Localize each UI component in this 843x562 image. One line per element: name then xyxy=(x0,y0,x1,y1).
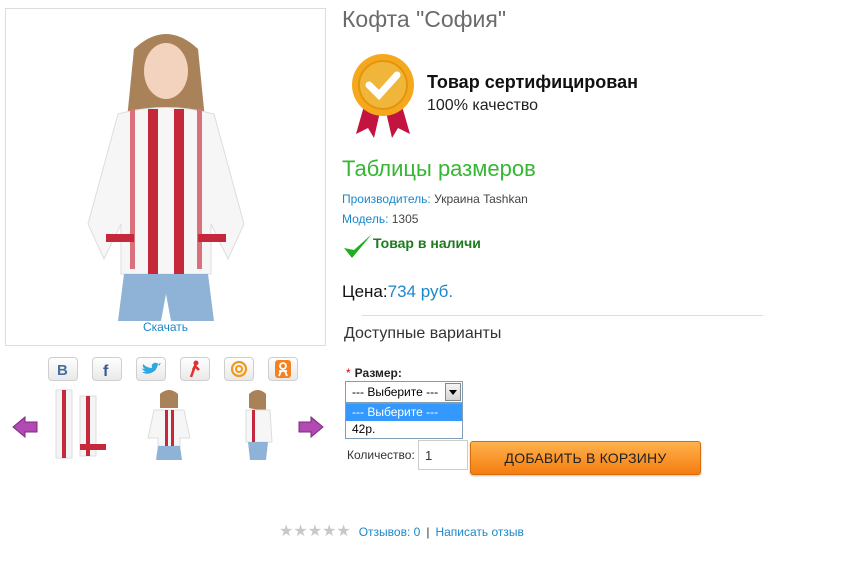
star-icon: ★ xyxy=(322,523,337,540)
model-label: Модель: xyxy=(342,212,389,226)
stock-status: Товар в наличи xyxy=(373,235,481,251)
price-row: Цена:734 руб. xyxy=(342,282,453,302)
certificate-subtitle: 100% качество xyxy=(427,97,539,114)
size-table-link[interactable]: Таблицы размеров xyxy=(342,156,536,182)
manufacturer-row: Производитель: Украина Tashkan xyxy=(342,192,528,206)
chevron-down-icon[interactable] xyxy=(445,383,461,401)
size-option[interactable]: 42р. xyxy=(346,421,462,438)
mail-ru-icon[interactable] xyxy=(224,357,254,381)
variants-heading: Доступные варианты xyxy=(344,325,502,342)
certificate-badge-icon xyxy=(350,54,416,143)
carousel-next-arrow-icon[interactable] xyxy=(298,415,324,443)
star-icon: ★ xyxy=(307,523,323,540)
thumbnail-front[interactable] xyxy=(140,386,198,462)
star-icon: ★ xyxy=(336,523,351,540)
checkmark-icon xyxy=(342,232,374,265)
quantity-label: Количество: xyxy=(347,448,415,462)
size-label: * Размер: xyxy=(346,366,402,380)
star-icon: ★ xyxy=(293,523,308,540)
facebook-icon[interactable]: f xyxy=(92,357,122,381)
separator: | xyxy=(426,525,430,539)
svg-text:B: B xyxy=(57,362,68,377)
thumbnail-scarf[interactable] xyxy=(50,386,108,462)
my-world-icon[interactable] xyxy=(180,357,210,381)
odnoklassniki-icon[interactable] xyxy=(268,357,298,381)
size-dropdown-list: --- Выберите --- 42р. xyxy=(345,403,463,439)
required-mark: * xyxy=(346,366,351,380)
reviews-link[interactable]: Отзывов: 0 xyxy=(359,525,421,539)
size-label-text: Размер: xyxy=(354,366,402,380)
write-review-link[interactable]: Написать отзыв xyxy=(435,525,523,539)
model-row: Модель: 1305 xyxy=(342,212,418,226)
rating-stars: ★ ★ ★ ★ ★ xyxy=(279,524,351,540)
download-link[interactable]: Скачать xyxy=(5,320,326,334)
product-photo xyxy=(87,34,245,321)
price-value: 734 руб. xyxy=(387,282,454,301)
carousel-prev-arrow-icon[interactable] xyxy=(12,415,38,443)
product-main-image[interactable] xyxy=(5,8,326,346)
price-label: Цена: xyxy=(342,282,388,301)
size-select[interactable]: --- Выберите --- xyxy=(345,381,463,403)
star-icon: ★ xyxy=(279,523,294,540)
quantity-input[interactable] xyxy=(418,440,468,470)
rating-row: ★ ★ ★ ★ ★ Отзывов: 0 | Написать отзыв xyxy=(279,523,524,541)
thumbnail-side[interactable] xyxy=(230,386,288,462)
manufacturer-value: Украина Tashkan xyxy=(434,192,528,206)
social-share-bar: B f xyxy=(48,357,298,383)
certificate-title: Товар сертифицирован xyxy=(427,72,638,92)
size-select-value: --- Выберите --- xyxy=(352,385,439,399)
manufacturer-label[interactable]: Производитель: xyxy=(342,192,431,206)
twitter-icon[interactable] xyxy=(136,357,166,381)
svg-text:f: f xyxy=(103,363,109,377)
product-title: Кофта "София" xyxy=(342,6,507,32)
vk-icon[interactable]: B xyxy=(48,357,78,381)
size-option[interactable]: --- Выберите --- xyxy=(346,404,462,421)
model-value: 1305 xyxy=(391,212,419,226)
divider xyxy=(362,315,763,316)
add-to-cart-button[interactable]: ДОБАВИТЬ В КОРЗИНУ xyxy=(470,441,701,475)
